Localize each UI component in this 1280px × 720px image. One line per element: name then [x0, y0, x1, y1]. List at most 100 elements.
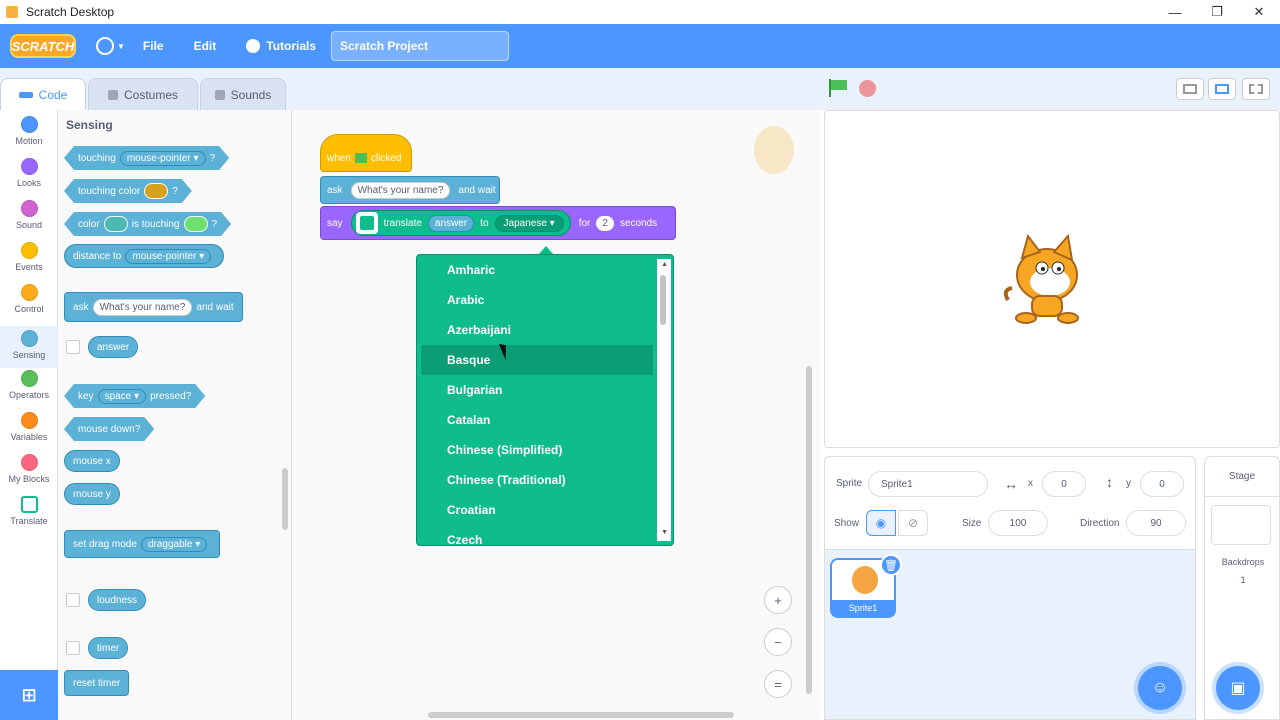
- answer-reporter[interactable]: answer: [427, 214, 475, 232]
- tab-code[interactable]: Code: [0, 78, 86, 110]
- project-title-input[interactable]: Scratch Project: [331, 31, 509, 61]
- language-option[interactable]: Azerbaijani: [421, 315, 653, 345]
- small-stage-button[interactable]: [1176, 78, 1204, 100]
- block-text: mouse y: [73, 488, 111, 500]
- language-option[interactable]: Chinese (Simplified): [421, 435, 653, 465]
- block-timer[interactable]: timer: [88, 637, 129, 659]
- block-translate-reporter[interactable]: translate answer to Japanese ▾: [350, 210, 571, 236]
- category-operators[interactable]: Operators: [0, 370, 58, 412]
- maximize-button[interactable]: ❐: [1196, 0, 1238, 24]
- category-looks[interactable]: Looks: [0, 158, 58, 200]
- fullscreen-button[interactable]: [1242, 78, 1270, 100]
- scroll-up-icon[interactable]: ▲: [661, 261, 668, 268]
- distance-target-dropdown[interactable]: mouse-pointer ▾: [125, 248, 212, 264]
- language-option[interactable]: Chinese (Traditional): [421, 465, 653, 495]
- sprite-name-input[interactable]: Sprite1: [868, 471, 988, 497]
- small-stage-icon: [1183, 84, 1197, 94]
- key-dropdown[interactable]: space ▾: [98, 389, 147, 404]
- tutorials-button[interactable]: Tutorials: [266, 39, 316, 53]
- close-button[interactable]: ✕: [1238, 0, 1280, 24]
- backdrops-label: Backdrops: [1221, 557, 1265, 567]
- language-option-hovered[interactable]: Basque: [421, 345, 653, 375]
- block-key-pressed[interactable]: key space ▾ pressed?: [64, 384, 205, 408]
- normal-stage-button[interactable]: [1208, 78, 1236, 100]
- ask-question-input[interactable]: What's your name?: [350, 181, 451, 199]
- ask-question-input[interactable]: What's your name?: [92, 298, 193, 316]
- cat-face-icon: ☺: [1151, 679, 1169, 696]
- language-option[interactable]: Amharic: [421, 255, 653, 285]
- color-swatch[interactable]: [144, 183, 168, 199]
- chevron-down-icon: ▼: [117, 41, 125, 51]
- color-swatch[interactable]: [104, 216, 128, 232]
- add-extension-button[interactable]: ⊞: [0, 670, 58, 720]
- block-answer[interactable]: answer: [88, 336, 139, 358]
- block-touching[interactable]: touching mouse-pointer ▾ ?: [64, 146, 229, 170]
- category-my-blocks[interactable]: My Blocks: [0, 454, 58, 496]
- zoom-in-button[interactable]: +: [764, 586, 792, 614]
- language-option[interactable]: Bulgarian: [421, 375, 653, 405]
- block-color-is-touching[interactable]: color is touching ?: [64, 212, 231, 236]
- block-touching-color[interactable]: touching color ?: [64, 179, 192, 203]
- category-variables[interactable]: Variables: [0, 412, 58, 454]
- block-mouse-x[interactable]: mouse x: [64, 450, 120, 472]
- hide-sprite-button[interactable]: ⊘: [898, 510, 928, 536]
- block-ask-and-wait[interactable]: ask What's your name? and wait: [320, 176, 500, 204]
- category-translate[interactable]: Translate: [0, 496, 58, 538]
- block-mouse-y[interactable]: mouse y: [64, 483, 120, 505]
- language-option[interactable]: Czech: [421, 525, 653, 545]
- x-position-input[interactable]: 0: [1042, 471, 1086, 497]
- color-swatch[interactable]: [184, 216, 208, 232]
- edit-menu[interactable]: Edit: [194, 39, 217, 53]
- drag-mode-dropdown[interactable]: draggable ▾: [140, 536, 208, 552]
- choose-sprite-button[interactable]: ☺: [1138, 666, 1182, 710]
- language-option[interactable]: Croatian: [421, 495, 653, 525]
- timer-checkbox[interactable]: [66, 641, 80, 655]
- tab-costumes[interactable]: Costumes: [88, 78, 198, 110]
- choose-backdrop-button[interactable]: ▣: [1216, 666, 1260, 710]
- scratch-cat-sprite[interactable]: [1002, 230, 1092, 328]
- block-set-drag-mode[interactable]: set drag mode draggable ▾: [64, 530, 221, 558]
- palette-scrollbar[interactable]: [282, 468, 288, 530]
- stage-thumbnail[interactable]: [1211, 505, 1271, 545]
- block-mouse-down[interactable]: mouse down?: [64, 417, 154, 441]
- dropdown-scrollbar-thumb[interactable]: [660, 275, 666, 325]
- show-sprite-button[interactable]: ◉: [866, 510, 896, 536]
- size-input[interactable]: 100: [988, 510, 1048, 536]
- zoom-reset-button[interactable]: =: [764, 670, 792, 698]
- y-position-input[interactable]: 0: [1140, 471, 1184, 497]
- answer-checkbox[interactable]: [66, 340, 80, 354]
- zoom-out-button[interactable]: −: [764, 628, 792, 656]
- category-label: Operators: [8, 390, 50, 400]
- script-vertical-scrollbar[interactable]: [806, 366, 812, 694]
- language-globe-icon[interactable]: [96, 37, 114, 55]
- block-text: pressed?: [150, 390, 192, 402]
- green-flag-button[interactable]: [829, 79, 847, 97]
- loudness-checkbox[interactable]: [66, 593, 80, 607]
- category-sensing[interactable]: Sensing: [0, 326, 58, 368]
- category-control[interactable]: Control: [0, 284, 58, 326]
- seconds-input[interactable]: 2: [596, 215, 614, 231]
- block-say-for-seconds[interactable]: say translate answer to Japanese ▾ for 2…: [320, 206, 676, 240]
- scratch-logo[interactable]: SCRATCH: [10, 34, 76, 58]
- minimize-button[interactable]: —: [1154, 0, 1196, 24]
- block-ask-and-wait[interactable]: ask What's your name? and wait: [64, 292, 243, 322]
- scroll-down-icon[interactable]: ▼: [661, 529, 668, 536]
- block-when-flag-clicked[interactable]: when clicked: [320, 134, 412, 172]
- dropdown-value: mouse-pointer: [126, 152, 191, 164]
- file-menu[interactable]: File: [143, 39, 164, 53]
- delete-sprite-button[interactable]: 🗑: [880, 554, 902, 576]
- category-events[interactable]: Events: [0, 242, 58, 284]
- block-loudness[interactable]: loudness: [88, 589, 147, 611]
- script-horizontal-scrollbar[interactable]: [428, 712, 734, 718]
- language-option[interactable]: Catalan: [421, 405, 653, 435]
- touching-target-dropdown[interactable]: mouse-pointer ▾: [120, 151, 206, 166]
- block-distance-to[interactable]: distance to mouse-pointer ▾: [64, 244, 225, 268]
- language-dropdown[interactable]: Japanese ▾: [494, 214, 564, 232]
- block-reset-timer[interactable]: reset timer: [64, 670, 130, 696]
- language-option[interactable]: Arabic: [421, 285, 653, 315]
- stop-button[interactable]: [859, 80, 876, 97]
- tab-sounds[interactable]: Sounds: [200, 78, 286, 110]
- category-sound[interactable]: Sound: [0, 200, 58, 242]
- direction-input[interactable]: 90: [1126, 510, 1186, 536]
- category-motion[interactable]: Motion: [0, 116, 58, 158]
